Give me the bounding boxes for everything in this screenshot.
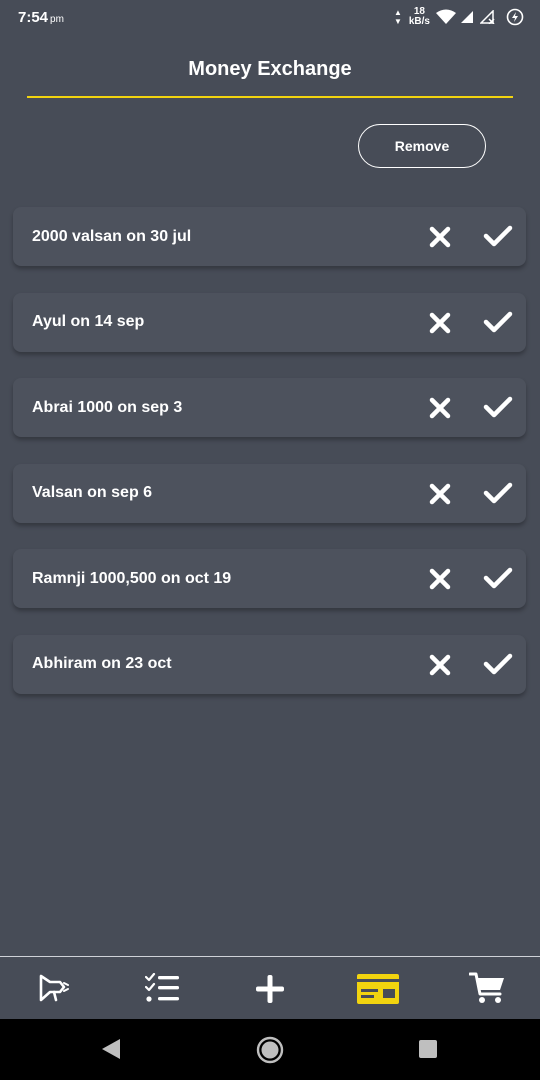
recents-icon[interactable] bbox=[418, 1039, 438, 1059]
home-icon[interactable] bbox=[256, 1036, 284, 1064]
card-icon bbox=[357, 974, 399, 1004]
entry-text: Valsan on sep 6 bbox=[32, 484, 153, 502]
check-icon[interactable] bbox=[483, 311, 513, 333]
close-icon[interactable] bbox=[429, 483, 451, 505]
battery-saver-icon bbox=[506, 8, 524, 26]
list-item[interactable]: Abhiram on 23 oct bbox=[13, 634, 526, 694]
close-icon[interactable] bbox=[429, 654, 451, 676]
entry-text: Abrai 1000 on sep 3 bbox=[32, 398, 183, 416]
status-time-value: 7:54 bbox=[18, 8, 49, 26]
nav-item-add[interactable] bbox=[255, 974, 285, 1004]
title-underline bbox=[27, 96, 513, 98]
close-icon[interactable] bbox=[429, 397, 451, 419]
signal-no-service-icon bbox=[480, 10, 495, 24]
entry-text: 2000 valsan on 30 jul bbox=[32, 227, 192, 245]
check-icon[interactable] bbox=[483, 225, 513, 247]
list-item[interactable]: Ramnji 1000,500 on oct 19 bbox=[13, 549, 526, 609]
cart-icon bbox=[469, 972, 504, 1003]
list-item[interactable]: Abrai 1000 on sep 3 bbox=[13, 378, 526, 438]
plus-icon bbox=[256, 975, 284, 1003]
data-activity-icon: ▲ ▼ bbox=[393, 8, 402, 26]
back-icon[interactable] bbox=[101, 1038, 121, 1060]
close-icon[interactable] bbox=[429, 568, 451, 590]
check-icon[interactable] bbox=[483, 396, 513, 418]
list-item[interactable]: 2000 valsan on 30 jul bbox=[13, 207, 526, 266]
close-icon[interactable] bbox=[429, 312, 451, 334]
network-speed-unit: kB/s bbox=[408, 16, 430, 27]
bottom-nav bbox=[0, 956, 540, 1019]
page-title: Money Exchange bbox=[188, 58, 352, 80]
signal-icon bbox=[461, 11, 473, 23]
entry-text: Abhiram on 23 oct bbox=[32, 655, 172, 673]
network-speed: 18 kB/s bbox=[409, 7, 430, 27]
system-nav-bar bbox=[0, 1019, 540, 1080]
remove-button[interactable]: Remove bbox=[358, 124, 486, 168]
check-icon[interactable] bbox=[483, 482, 513, 504]
list-item[interactable]: Valsan on sep 6 bbox=[13, 463, 526, 523]
nav-item-announcements[interactable] bbox=[38, 973, 70, 1003]
list-item[interactable]: Ayul on 14 sep bbox=[13, 292, 526, 352]
status-time-ampm: pm bbox=[50, 13, 64, 25]
entry-text: Ramnji 1000,500 on oct 19 bbox=[32, 569, 232, 587]
checklist-icon bbox=[145, 973, 179, 1002]
status-bar: 7:54 pm ▲ ▼ 18 kB/s bbox=[0, 0, 540, 34]
close-icon[interactable] bbox=[429, 226, 451, 248]
check-icon[interactable] bbox=[483, 653, 513, 675]
check-icon[interactable] bbox=[483, 567, 513, 589]
nav-item-cart[interactable] bbox=[469, 972, 505, 1004]
status-time: 7:54 pm bbox=[18, 9, 64, 26]
megaphone-icon bbox=[39, 974, 69, 1002]
entry-list: 2000 valsan on 30 jul Ayul on 14 sep Abr… bbox=[13, 207, 526, 721]
nav-item-exchange[interactable] bbox=[357, 974, 399, 1004]
screen: 7:54 pm ▲ ▼ 18 kB/s Money Exchange Remov… bbox=[0, 0, 540, 1080]
nav-item-checklist[interactable] bbox=[145, 973, 179, 1003]
wifi-icon bbox=[436, 9, 456, 24]
entry-text: Ayul on 14 sep bbox=[32, 313, 145, 331]
status-icons: ▲ ▼ 18 kB/s bbox=[394, 7, 524, 27]
